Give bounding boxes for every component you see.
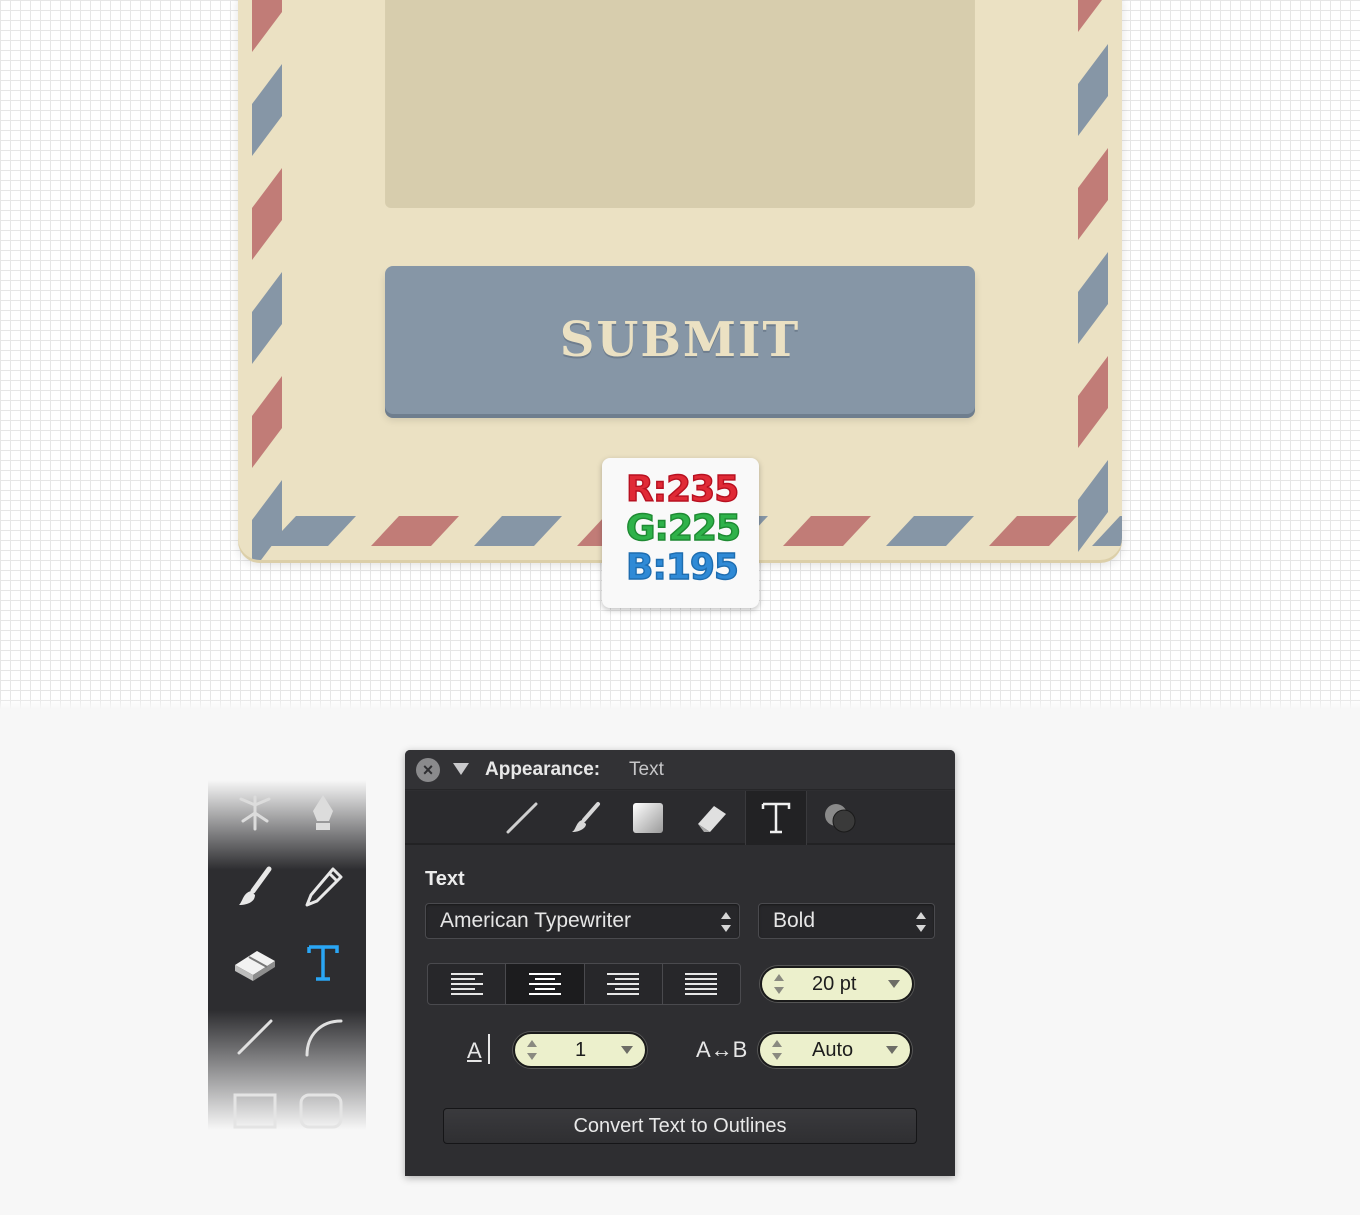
pencil-icon[interactable] [298, 862, 348, 912]
airmail-stripe [252, 376, 282, 468]
airmail-stripe [252, 272, 282, 364]
stepper-icon[interactable] [772, 1040, 782, 1060]
line-icon[interactable] [230, 1012, 280, 1062]
tracking-value: Auto [812, 1039, 854, 1061]
rectangle-icon[interactable] [230, 1086, 280, 1136]
red-value: R:235 [625, 469, 740, 510]
panel-header: × Appearance: Text [405, 750, 955, 790]
chevron-down-icon[interactable] [888, 980, 900, 988]
align-center-button[interactable] [506, 964, 585, 1004]
airmail-stripe [252, 480, 282, 560]
close-icon[interactable]: × [416, 758, 440, 782]
canvas-divider [0, 699, 1360, 709]
airmail-stripe [989, 516, 1077, 546]
airmail-stripe [1078, 148, 1108, 240]
airmail-stripe [1078, 44, 1108, 136]
text-section-label: Text [425, 868, 465, 890]
eraser-icon[interactable] [230, 938, 280, 988]
photo-placeholder [385, 0, 975, 208]
updown-arrows-icon [721, 912, 731, 932]
font-family-value: American Typewriter [440, 909, 632, 932]
airmail-stripe [371, 516, 459, 546]
stepper-icon[interactable] [774, 974, 784, 994]
blue-value: B:195 [625, 547, 739, 588]
appearance-tabs [405, 791, 955, 845]
rounded-rectangle-icon[interactable] [296, 1086, 346, 1136]
arc-icon[interactable] [298, 1012, 348, 1062]
font-family-select[interactable]: American Typewriter [425, 903, 740, 939]
artboard-canvas[interactable]: SUBMIT R:235 G:225 B:195 [0, 0, 1360, 709]
font-size-field[interactable]: 20 pt [760, 966, 914, 1002]
airmail-stripe [783, 516, 871, 546]
line-spacing-icon: A [467, 1034, 490, 1064]
brush-tab-icon[interactable] [555, 791, 617, 845]
brush-icon[interactable] [230, 862, 280, 912]
align-left-button[interactable] [428, 964, 507, 1004]
airmail-stripe [1078, 0, 1102, 32]
chevron-down-icon[interactable] [621, 1046, 633, 1054]
airmail-stripe [252, 64, 282, 156]
green-value: G:225 [625, 508, 741, 549]
airmail-stripe [886, 516, 974, 546]
submit-button[interactable]: SUBMIT [385, 266, 975, 414]
effects-tab-icon[interactable] [811, 791, 873, 845]
font-style-value: Bold [773, 909, 816, 932]
alignment-segmented-control [427, 963, 741, 1005]
convert-text-to-outlines-button[interactable]: Convert Text to Outlines [443, 1108, 917, 1144]
font-style-select[interactable]: Bold [758, 903, 935, 939]
fill-tab-icon[interactable] [617, 791, 679, 845]
airmail-stripe [252, 168, 282, 260]
airmail-stripe [1078, 356, 1108, 448]
align-justify-button[interactable] [663, 964, 740, 1004]
chevron-down-icon[interactable] [886, 1046, 898, 1054]
disclosure-triangle-icon[interactable] [453, 763, 469, 775]
lasso-icon[interactable] [230, 788, 280, 838]
line-spacing-value: 1 [575, 1039, 587, 1061]
pen-icon[interactable] [298, 788, 348, 838]
align-right-button[interactable] [585, 964, 663, 1004]
color-value-badge: R:235 G:225 B:195 [602, 458, 759, 608]
tools-palette [208, 780, 366, 1140]
text-tab-icon[interactable] [745, 791, 807, 845]
stroke-tab-icon[interactable] [491, 791, 553, 845]
airmail-stripe [474, 516, 562, 546]
tracking-label: A↔B [696, 1037, 748, 1062]
line-spacing-field[interactable]: 1 [513, 1032, 647, 1068]
appearance-inspector: × Appearance: Text Text American Typewri… [405, 750, 955, 1176]
eraser-tab-icon[interactable] [681, 791, 743, 845]
panel-subtitle: Text [629, 759, 664, 780]
tracking-field[interactable]: Auto [758, 1032, 912, 1068]
font-size-value: 20 pt [812, 973, 857, 995]
text-tool-icon[interactable] [298, 938, 348, 988]
updown-arrows-icon [916, 912, 926, 932]
stepper-icon[interactable] [527, 1040, 537, 1060]
airmail-stripe [1078, 252, 1108, 344]
panel-title: Appearance: [485, 759, 601, 780]
airmail-stripe [252, 0, 282, 52]
